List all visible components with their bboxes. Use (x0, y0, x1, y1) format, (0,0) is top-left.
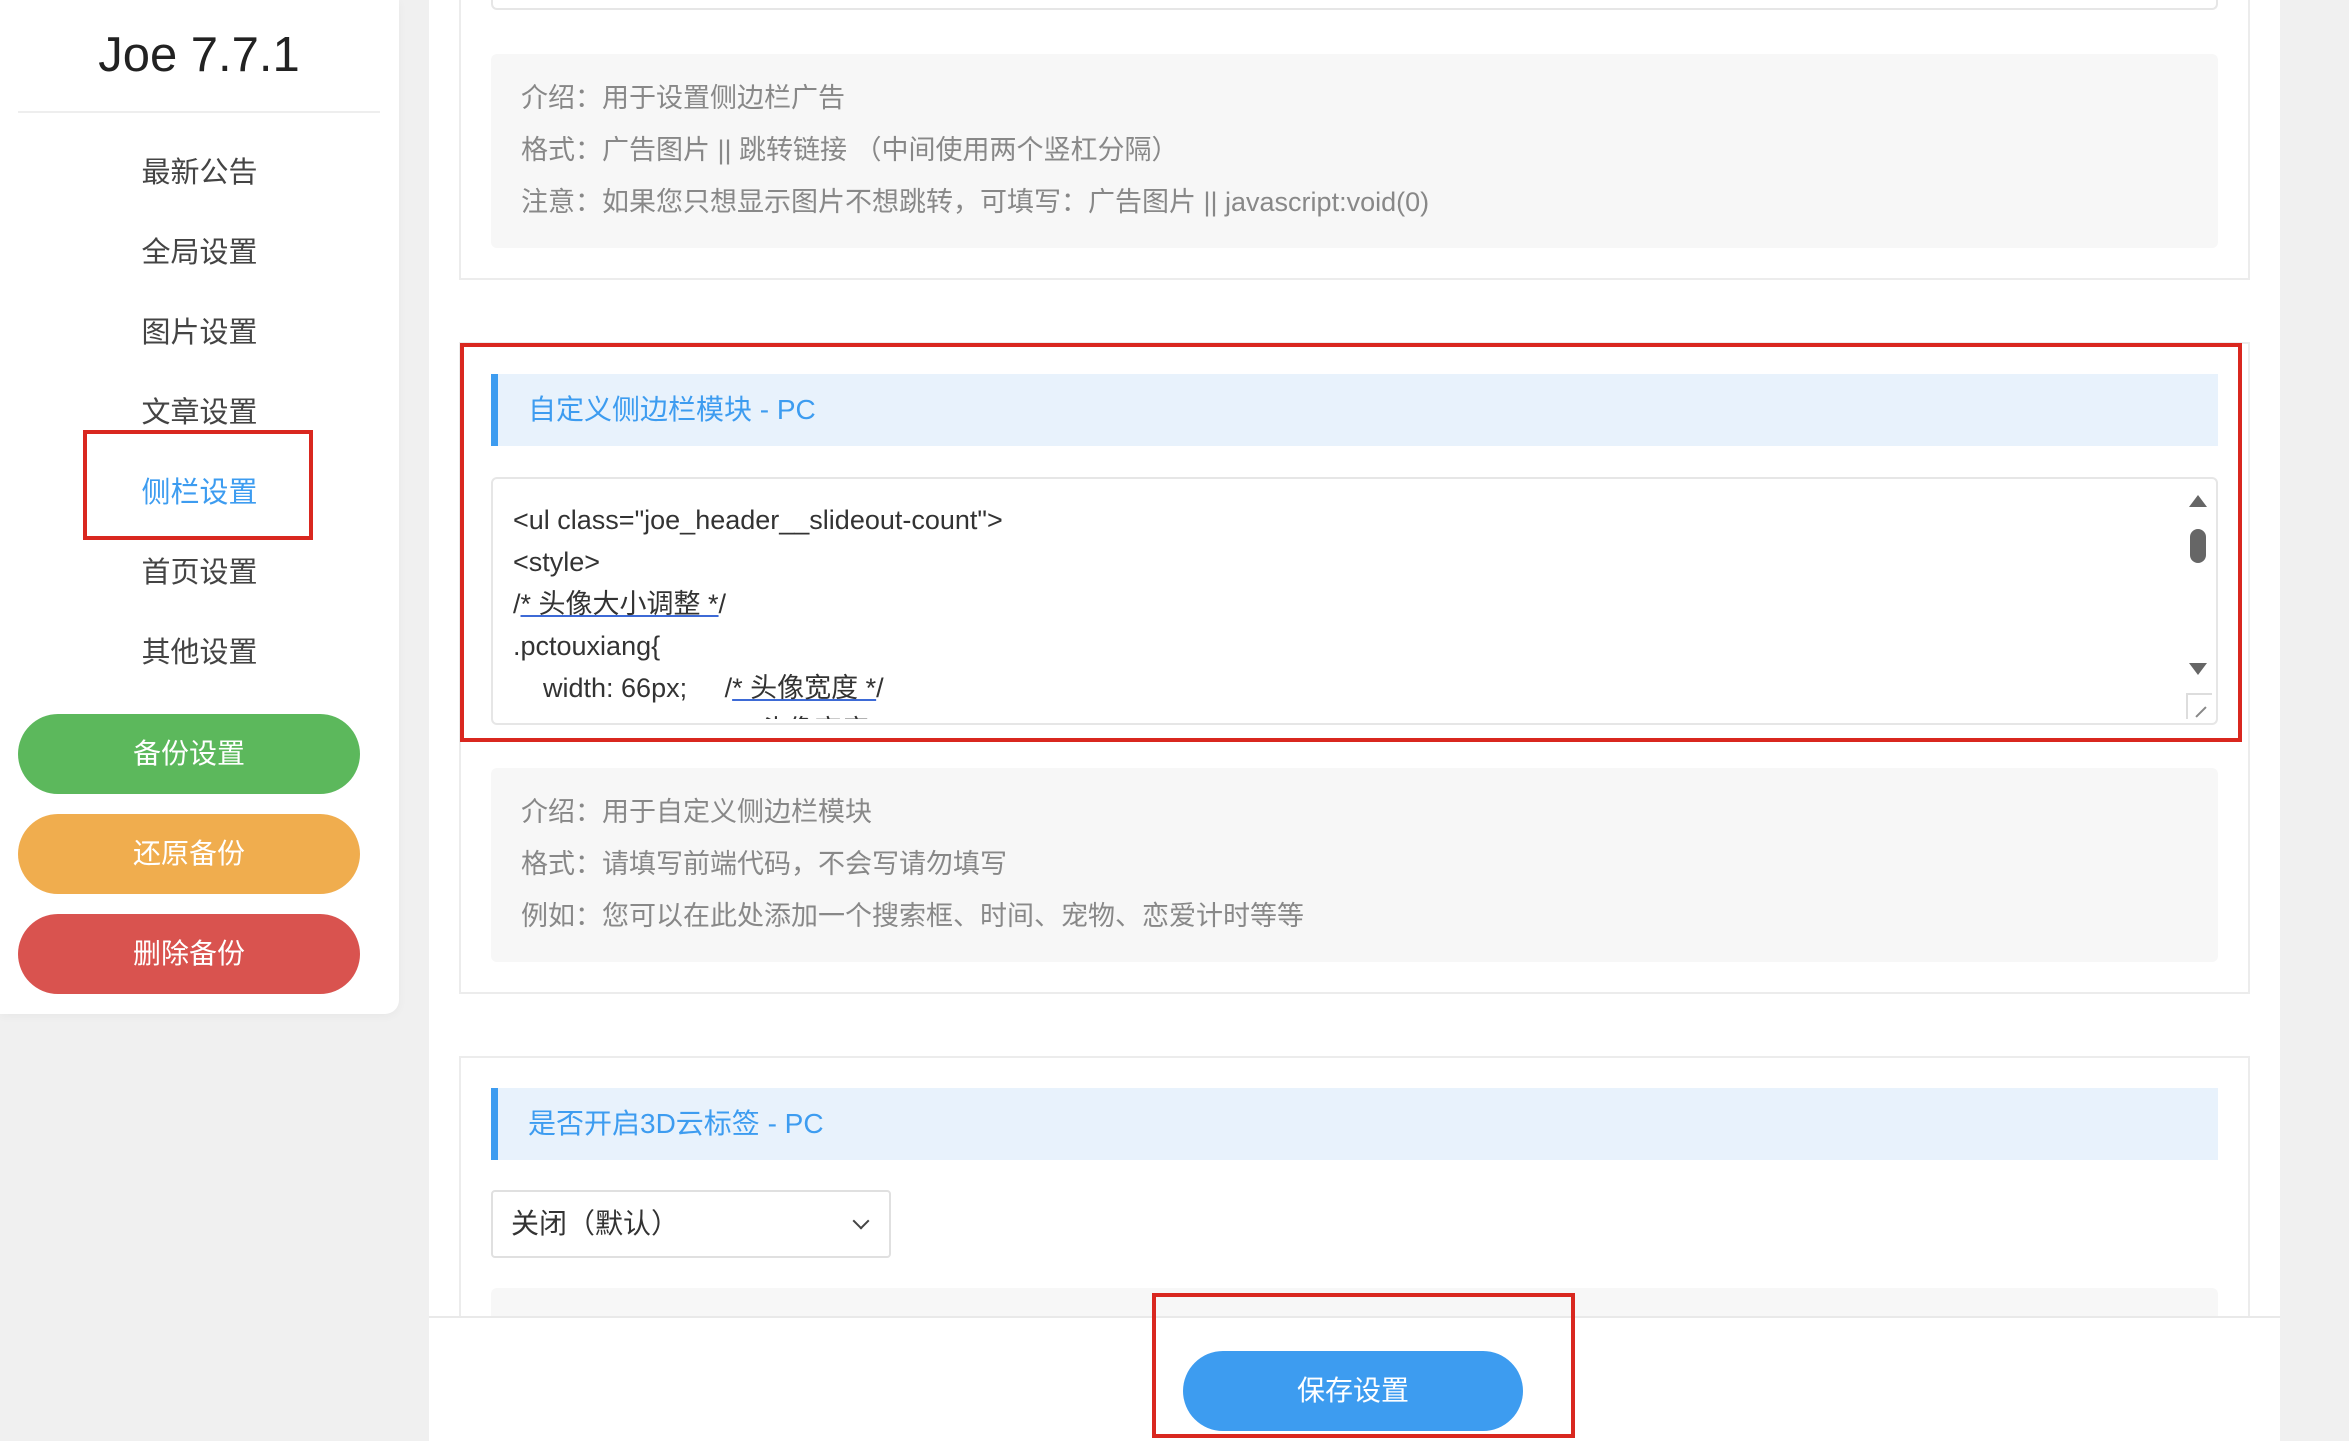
scroll-thumb[interactable] (2190, 529, 2206, 563)
code-line: height: 66px; /* 头像高度 */ (513, 709, 2153, 719)
custom-module-intro-box: 介绍：用于自定义侧边栏模块 格式：请填写前端代码，不会写请勿填写 例如：您可以在… (491, 768, 2218, 962)
intro-line: 例如：您可以在此处添加一个搜索框、时间、宠物、恋爱计时等等 (521, 901, 1304, 931)
footer-bar: 保存设置 (429, 1316, 2280, 1441)
scroll-up-arrow-icon[interactable] (2189, 495, 2207, 507)
sidebar-item-global[interactable]: 全局设置 (0, 213, 399, 293)
sidebar-item-image[interactable]: 图片设置 (0, 293, 399, 373)
settings-panel: 介绍：用于设置侧边栏广告 格式：广告图片 || 跳转链接 （中间使用两个竖杠分隔… (429, 0, 2280, 1441)
ad-intro-box: 介绍：用于设置侧边栏广告 格式：广告图片 || 跳转链接 （中间使用两个竖杠分隔… (491, 54, 2218, 248)
code-line: <ul class="joe_header__slideout-count"> (513, 505, 1003, 535)
select-value: 关闭（默认） (511, 1208, 680, 1239)
custom-module-card: 自定义侧边栏模块 - PC <ul class="joe_header__sli… (459, 342, 2250, 994)
sidebar-menu: 最新公告 全局设置 图片设置 文章设置 侧栏设置 首页设置 其他设置 (0, 133, 399, 693)
intro-line: 介绍：用于自定义侧边栏模块 (521, 797, 872, 827)
code-line: /* 头像大小调整 */ (513, 589, 727, 619)
sidebar-item-article[interactable]: 文章设置 (0, 373, 399, 453)
app-title: Joe 7.7.1 (18, 0, 380, 113)
sidebar-item-other[interactable]: 其他设置 (0, 613, 399, 693)
sidebar-item-announcement[interactable]: 最新公告 (0, 133, 399, 213)
backup-button[interactable]: 备份设置 (18, 714, 360, 794)
sidebar: Joe 7.7.1 最新公告 全局设置 图片设置 文章设置 侧栏设置 首页设置 … (0, 0, 399, 1014)
intro-line: 介绍：用于设置侧边栏广告 (521, 83, 845, 113)
chevron-down-icon (852, 1212, 870, 1230)
intro-line: 格式：广告图片 || 跳转链接 （中间使用两个竖杠分隔） (521, 135, 1179, 165)
code-content[interactable]: <ul class="joe_header__slideout-count"> … (513, 499, 2153, 719)
code-comment: * 头像大小调整 * (520, 589, 719, 619)
section-title: 自定义侧边栏模块 - PC (491, 374, 2218, 446)
code-line: width: 66px; /* 头像宽度 */ (513, 673, 884, 703)
textarea-scrollbar[interactable] (2186, 489, 2208, 689)
code-line: .pctouxiang{ (513, 631, 661, 661)
delete-backup-button[interactable]: 删除备份 (18, 914, 360, 994)
sidebar-item-homepage[interactable]: 首页设置 (0, 533, 399, 613)
custom-code-textarea[interactable]: <ul class="joe_header__slideout-count"> … (491, 477, 2218, 725)
code-line: <style> (513, 547, 601, 577)
restore-backup-button[interactable]: 还原备份 (18, 814, 360, 894)
section-title: 是否开启3D云标签 - PC (491, 1088, 2218, 1160)
code-comment: * 头像宽度 * (732, 673, 877, 703)
ad-settings-card: 介绍：用于设置侧边栏广告 格式：广告图片 || 跳转链接 （中间使用两个竖杠分隔… (459, 0, 2250, 280)
sidebar-item-sidebar[interactable]: 侧栏设置 (0, 453, 399, 533)
scroll-down-arrow-icon[interactable] (2189, 663, 2207, 675)
code-comment: * 头像高度 * (743, 715, 887, 719)
resize-grip-icon[interactable] (2186, 693, 2212, 719)
intro-line: 格式：请填写前端代码，不会写请勿填写 (521, 849, 1007, 879)
ad-textarea[interactable] (491, 0, 2218, 10)
tag-cloud-select[interactable]: 关闭（默认） (491, 1190, 891, 1258)
save-settings-button[interactable]: 保存设置 (1183, 1351, 1523, 1431)
intro-line: 注意：如果您只想显示图片不想跳转，可填写：广告图片 || javascript:… (521, 187, 1430, 217)
